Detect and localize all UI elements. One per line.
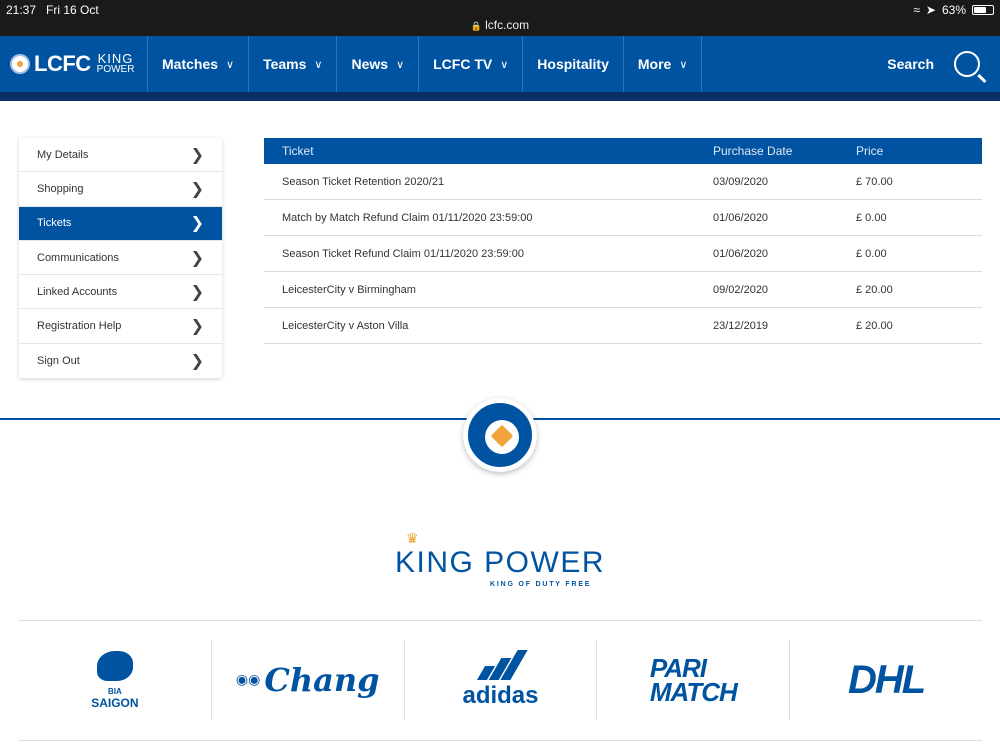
tickets-table: Ticket Purchase Date Price Season Ticket… (264, 138, 982, 344)
table-row: Match by Match Refund Claim 01/11/2020 2… (264, 200, 982, 236)
sponsor-adidas[interactable]: adidas (405, 640, 598, 720)
table-row: LeicesterCity v Aston Villa 23/12/2019 £… (264, 308, 982, 344)
sidebar-item-linked-accounts[interactable]: Linked Accounts ❯ (19, 275, 222, 310)
chevron-down-icon: ∨ (500, 58, 509, 71)
chevron-down-icon: ∨ (314, 58, 323, 71)
status-indicators: ≈ ➤ 63% (913, 3, 994, 17)
table-header: Ticket Purchase Date Price (264, 138, 982, 164)
site-logo[interactable]: LCFC KING POWER (0, 36, 148, 92)
battery-icon (972, 5, 994, 15)
chevron-right-icon: ❯ (190, 283, 204, 301)
club-crest[interactable] (463, 398, 537, 472)
sponsor-dhl[interactable]: DHL (790, 640, 982, 720)
ticket-name: Season Ticket Retention 2020/21 (282, 175, 445, 188)
sidebar-item-registration-help[interactable]: Registration Help ❯ (19, 309, 222, 344)
nav-item-more[interactable]: More ∨ (624, 36, 703, 92)
purchase-date: 23/12/2019 (713, 319, 769, 332)
chevron-right-icon: ❯ (190, 215, 204, 233)
price: £ 20.00 (856, 283, 893, 296)
ticket-name: LeicesterCity v Birmingham (282, 283, 416, 296)
battery-percent: 63% (941, 3, 966, 17)
wifi-icon: ≈ (913, 3, 920, 17)
status-time: 21:37 Fri 16 Oct (6, 3, 99, 17)
location-icon: ➤ (925, 3, 936, 17)
sponsor-bia-saigon[interactable]: BIA SAIGON (19, 640, 212, 720)
adidas-stripes-icon (477, 650, 529, 680)
table-row: Season Ticket Retention 2020/21 03/09/20… (264, 164, 982, 200)
table-row: Season Ticket Refund Claim 01/11/2020 23… (264, 236, 982, 272)
search-icon (954, 51, 980, 77)
chevron-right-icon: ❯ (190, 146, 204, 164)
chevron-down-icon: ∨ (679, 58, 688, 71)
ticket-name: Season Ticket Refund Claim 01/11/2020 23… (282, 247, 524, 260)
sponsor-divider-bottom (19, 740, 982, 741)
sponsor-divider-top (19, 620, 982, 621)
table-row: LeicesterCity v Birmingham 09/02/2020 £ … (264, 272, 982, 308)
sponsor-chang[interactable]: ◉◉ Chang (212, 640, 405, 720)
main-nav: LCFC KING POWER Matches ∨ Teams ∨ News ∨ LC… (0, 36, 1000, 92)
chevron-right-icon: ❯ (190, 352, 204, 370)
search-label: Search (887, 56, 934, 72)
dragon-icon (96, 650, 133, 681)
chevron-down-icon: ∨ (396, 58, 405, 71)
nav-item-matches[interactable]: Matches ∨ (148, 36, 250, 92)
column-header-ticket: Ticket (282, 144, 314, 158)
column-header-purchase-date: Purchase Date (713, 144, 793, 158)
column-header-price: Price (856, 144, 884, 158)
club-crest-icon (10, 54, 30, 74)
chevron-right-icon: ❯ (190, 180, 204, 198)
price: £ 0.00 (856, 247, 887, 260)
sponsor-strip: BIA SAIGON ◉◉ Chang adidas PARI MATCH DH… (19, 640, 982, 720)
nav-item-teams[interactable]: Teams ∨ (249, 36, 338, 92)
elephants-icon: ◉◉ (235, 672, 261, 688)
sidebar-item-shopping[interactable]: Shopping ❯ (19, 172, 222, 207)
ticket-name: Match by Match Refund Claim 01/11/2020 2… (282, 211, 533, 224)
crown-icon: ♛ (406, 530, 419, 546)
sponsor-parimatch[interactable]: PARI MATCH (597, 640, 791, 720)
search-button[interactable]: Search (887, 36, 1000, 92)
account-sidebar: My Details ❯ Shopping ❯ Tickets ❯ Communica… (19, 138, 222, 379)
sidebar-item-communications[interactable]: Communications ❯ (19, 241, 222, 276)
nav-item-news[interactable]: News ∨ (337, 36, 420, 92)
king-power-logo: KING POWER (96, 51, 135, 75)
price: £ 70.00 (856, 175, 893, 188)
price: £ 0.00 (856, 211, 887, 224)
purchase-date: 01/06/2020 (713, 211, 769, 224)
sidebar-item-sign-out[interactable]: Sign Out ❯ (19, 344, 222, 378)
nav-item-hospitality[interactable]: Hospitality (523, 36, 624, 92)
ticket-name: LeicesterCity v Aston Villa (282, 319, 409, 332)
chevron-right-icon: ❯ (190, 318, 204, 336)
fox-icon (490, 424, 514, 448)
logo-text: LCFC (34, 51, 91, 76)
nav-item-lcfc-tv[interactable]: LCFC TV ∨ (419, 36, 524, 92)
king-power-title: KING POWER (394, 546, 605, 579)
url-bar[interactable]: 🔒 lcfc.com (0, 18, 1000, 32)
price: £ 20.00 (856, 319, 893, 332)
purchase-date: 01/06/2020 (713, 247, 769, 260)
status-bar: 21:37 Fri 16 Oct ≈ ➤ 63% 🔒 lcfc.com (0, 0, 1000, 36)
nav-underbar (0, 92, 1000, 101)
king-power-tagline: KING OF DUTY FREE (490, 581, 592, 588)
chevron-down-icon: ∨ (226, 58, 235, 71)
chevron-right-icon: ❯ (190, 249, 204, 267)
sidebar-item-my-details[interactable]: My Details ❯ (19, 138, 222, 173)
purchase-date: 09/02/2020 (713, 283, 769, 296)
lock-icon: 🔒 (470, 21, 483, 31)
url-text: lcfc.com (485, 18, 530, 32)
purchase-date: 03/09/2020 (713, 175, 769, 188)
sidebar-item-tickets[interactable]: Tickets ❯ (19, 206, 222, 241)
